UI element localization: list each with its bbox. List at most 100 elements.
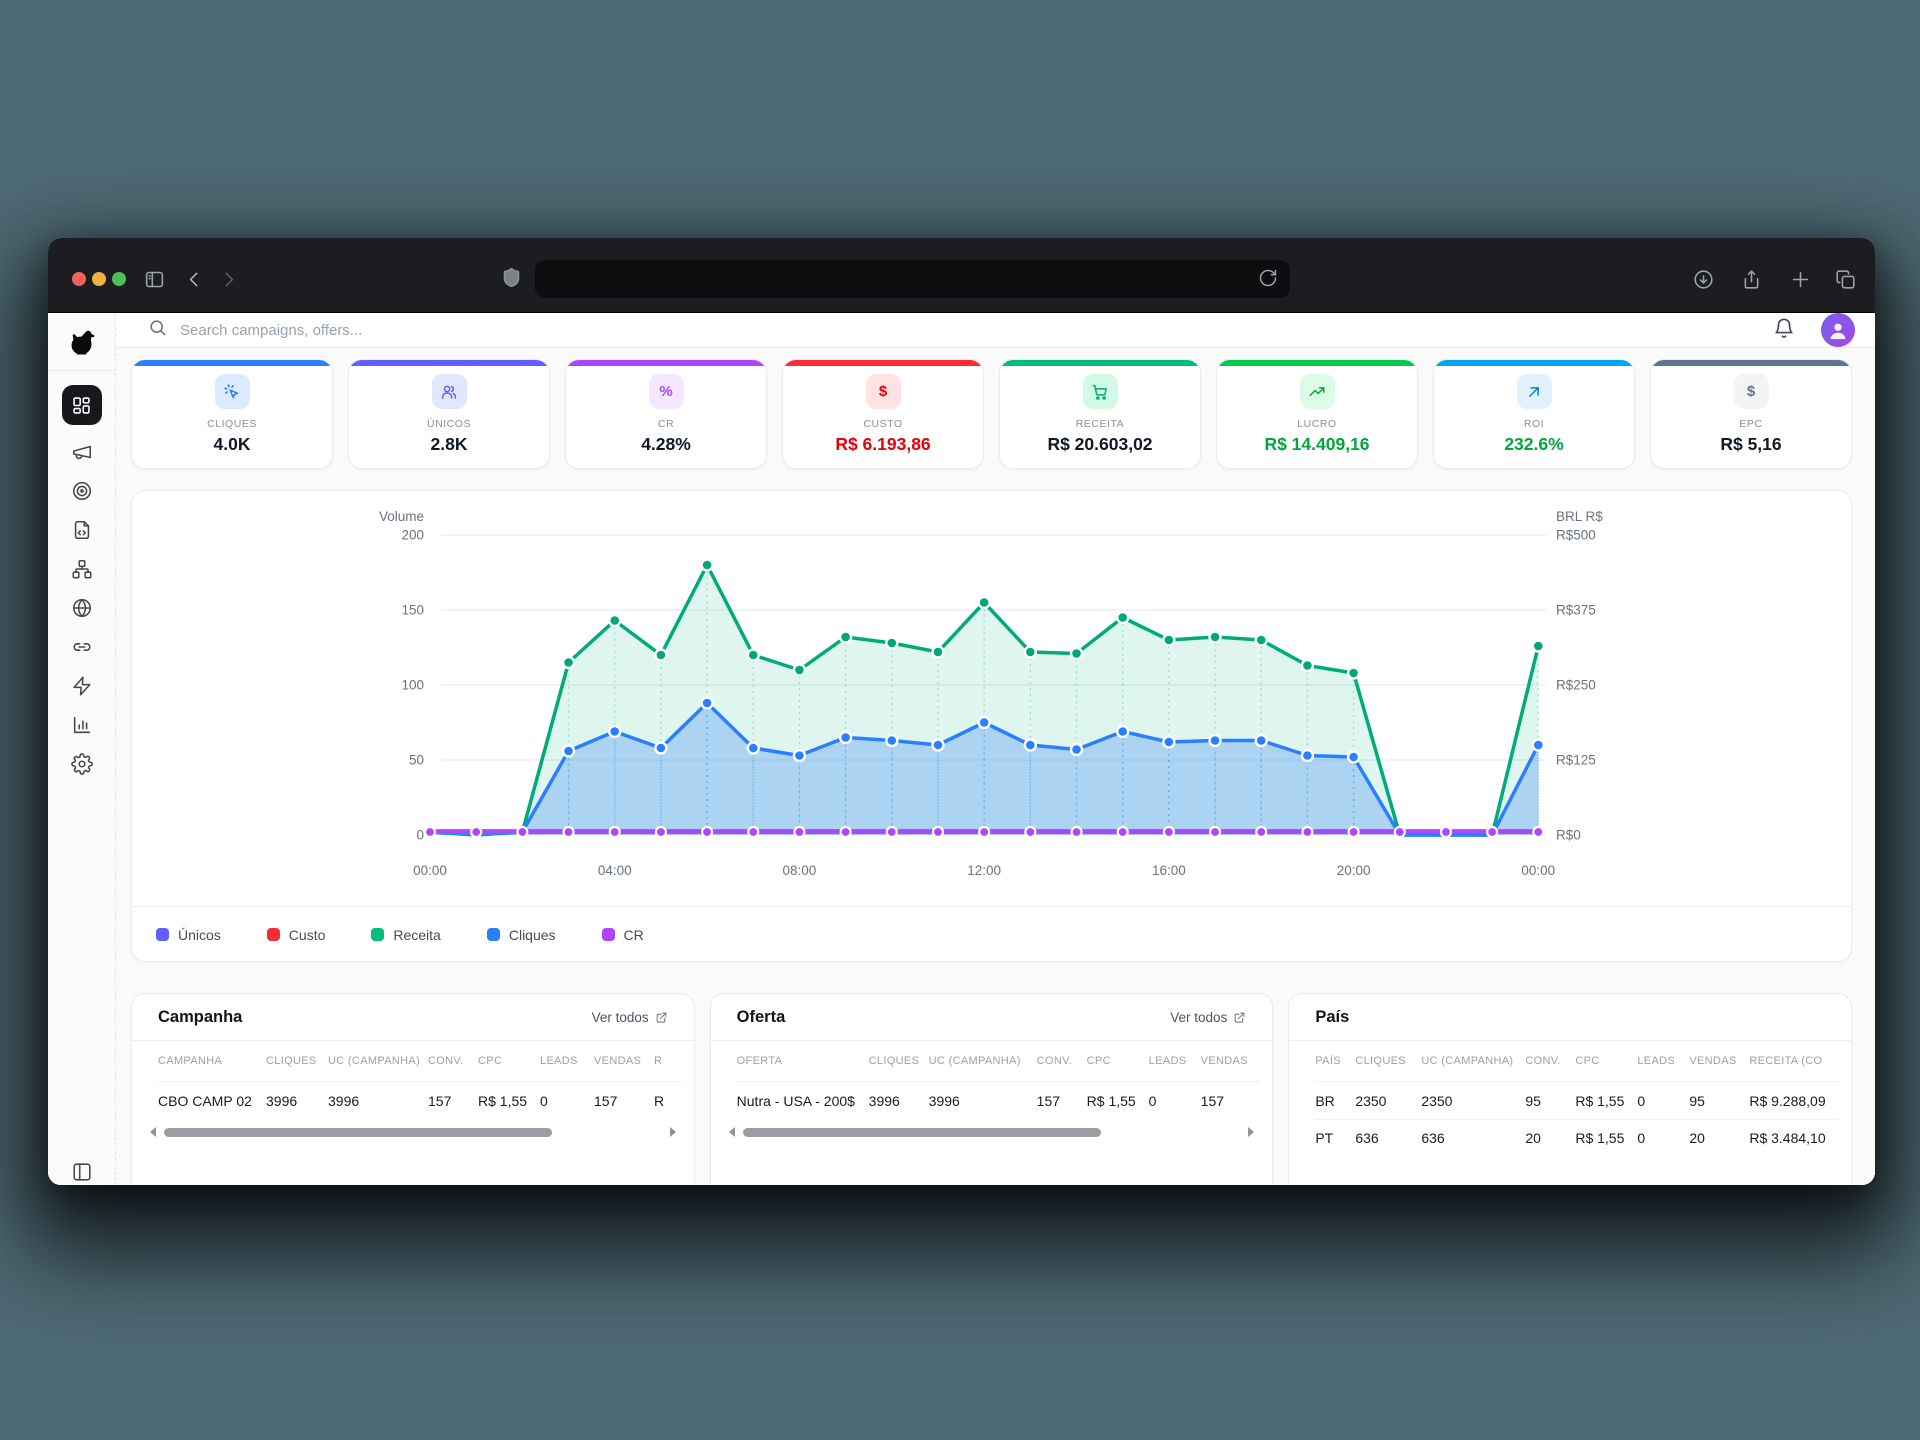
- stat-card-lucro: LUCROR$ 14.409,16: [1216, 359, 1418, 469]
- scroll-left-arrow-icon[interactable]: [729, 1127, 735, 1137]
- traffic-chart-card: 200R$500150R$375100R$25050R$1250R$0Volum…: [131, 490, 1852, 962]
- panel-left-icon: [71, 1161, 93, 1183]
- reload-icon[interactable]: [1258, 268, 1280, 290]
- column-header: VENDAS: [1201, 1055, 1261, 1067]
- sidebar-item-offers[interactable]: [70, 479, 94, 503]
- stat-card-cliques: CLIQUES 4.0K: [131, 359, 333, 469]
- table-row[interactable]: Nutra - USA - 200$39963996157R$ 1,550157: [737, 1082, 1261, 1119]
- new-tab-icon[interactable]: [1790, 269, 1811, 290]
- share-icon[interactable]: [1741, 269, 1762, 290]
- app-logo[interactable]: [48, 313, 115, 371]
- scroll-right-arrow-icon[interactable]: [670, 1127, 676, 1137]
- column-header: UC (CAMPANHA): [328, 1055, 428, 1067]
- sidebar-item-campaigns[interactable]: [70, 440, 94, 464]
- svg-text:R$375: R$375: [1556, 603, 1596, 618]
- horizontal-scrollbar[interactable]: [132, 1124, 694, 1140]
- zoom-window-button[interactable]: [112, 272, 126, 286]
- table-header-row: OFERTACLIQUESUC (CAMPANHA)CONV.CPCLEADSV…: [737, 1041, 1261, 1082]
- stat-label: EPC: [1739, 418, 1762, 430]
- scrollbar-thumb[interactable]: [164, 1128, 552, 1137]
- ver-todos-link[interactable]: Ver todos: [592, 1010, 668, 1025]
- stat-value: R$ 20.603,02: [1047, 434, 1152, 455]
- sidebar-item-funnels[interactable]: [70, 557, 94, 581]
- column-header: CPC: [1087, 1055, 1149, 1067]
- table-cell: 0: [1637, 1093, 1689, 1109]
- gear-icon: [71, 753, 93, 775]
- sidebar-item-dashboard[interactable]: [62, 385, 102, 425]
- column-header: R: [654, 1055, 682, 1067]
- table-cell: 20: [1689, 1130, 1749, 1146]
- url-bar[interactable]: [535, 260, 1290, 298]
- privacy-shield-icon[interactable]: [501, 267, 522, 288]
- table-cell: BR: [1315, 1093, 1355, 1109]
- notifications-bell-icon[interactable]: [1773, 317, 1795, 344]
- stat-value: 4.0K: [214, 434, 251, 455]
- stat-card-cr: %CR4.28%: [565, 359, 767, 469]
- scroll-right-arrow-icon[interactable]: [1248, 1127, 1254, 1137]
- table-cell: 0: [1637, 1130, 1689, 1146]
- svg-text:100: 100: [401, 678, 424, 693]
- legend-color-chip: [602, 928, 615, 941]
- user-avatar[interactable]: [1821, 313, 1855, 347]
- stat-accent-bar: [566, 360, 766, 366]
- main-area: CLIQUES4.0KÚNICOS2.8K%CR4.28%$CUSTOR$ 6.…: [116, 313, 1875, 1185]
- table-cell: 3996: [929, 1093, 1037, 1109]
- pais-table-card: PaísPAÍSCLIQUESUC (CAMPANHA)CONV.CPCLEAD…: [1288, 993, 1852, 1185]
- svg-text:Volume: Volume: [379, 509, 424, 524]
- sidebar-item-landing-pages[interactable]: [70, 518, 94, 542]
- sidebar-item-reports[interactable]: [70, 713, 94, 737]
- stat--icon: $: [866, 374, 901, 409]
- scrollbar-track[interactable]: [743, 1128, 1241, 1137]
- column-header: CLIQUES: [1355, 1055, 1421, 1067]
- sidebar-collapse-toggle[interactable]: [70, 1161, 94, 1185]
- scrollbar-thumb[interactable]: [743, 1128, 1101, 1137]
- tab-overview-icon[interactable]: [1835, 269, 1856, 290]
- legend-item--nicos[interactable]: Únicos: [156, 927, 221, 943]
- sidebar-item-automations[interactable]: [70, 674, 94, 698]
- stat-label: CLIQUES: [207, 418, 257, 430]
- scroll-left-arrow-icon[interactable]: [150, 1127, 156, 1137]
- minimize-window-button[interactable]: [92, 272, 106, 286]
- svg-text:50: 50: [409, 753, 424, 768]
- stat-value: 2.8K: [431, 434, 468, 455]
- legend-item-cr[interactable]: CR: [602, 927, 644, 943]
- dog-logo-icon: [67, 327, 97, 357]
- stat-label: ROI: [1524, 418, 1544, 430]
- search-input[interactable]: [180, 322, 820, 339]
- table-cell: 20: [1525, 1130, 1575, 1146]
- ver-todos-label: Ver todos: [1170, 1010, 1227, 1025]
- file-code-icon: [71, 519, 93, 541]
- legend-color-chip: [371, 928, 384, 941]
- megaphone-icon: [71, 441, 93, 463]
- legend-item-receita[interactable]: Receita: [371, 927, 440, 943]
- stat-label: CR: [658, 418, 674, 430]
- table-row[interactable]: CBO CAMP 0239963996157R$ 1,550157R: [158, 1082, 682, 1119]
- column-header: PAÍS: [1315, 1055, 1355, 1067]
- column-header: LEADS: [1149, 1055, 1201, 1067]
- table-cell: Nutra - USA - 200$: [737, 1093, 869, 1109]
- forward-icon[interactable]: [218, 269, 239, 290]
- close-window-button[interactable]: [72, 272, 86, 286]
- sidebar-item-links[interactable]: [70, 635, 94, 659]
- legend-item-custo[interactable]: Custo: [267, 927, 326, 943]
- legend-label: Custo: [289, 927, 326, 943]
- stat-card--nicos: ÚNICOS2.8K: [348, 359, 550, 469]
- stat-accent-bar: [1651, 360, 1851, 366]
- ver-todos-link[interactable]: Ver todos: [1170, 1010, 1246, 1025]
- downloads-icon[interactable]: [1693, 269, 1714, 290]
- stat-accent-bar: [349, 360, 549, 366]
- toolbar-sidebar-toggle-icon[interactable]: [144, 269, 165, 290]
- sidebar-item-settings[interactable]: [70, 752, 94, 776]
- horizontal-scrollbar[interactable]: [711, 1124, 1273, 1140]
- table-cell: 3996: [266, 1093, 328, 1109]
- sidebar-item-domains[interactable]: [70, 596, 94, 620]
- table-row[interactable]: BR2350235095R$ 1,55095R$ 9.288,09: [1315, 1082, 1839, 1119]
- scrollbar-track[interactable]: [164, 1128, 662, 1137]
- table-cell: 636: [1421, 1130, 1525, 1146]
- table-row[interactable]: PT63663620R$ 1,55020R$ 3.484,10: [1315, 1119, 1839, 1156]
- legend-item-cliques[interactable]: Cliques: [487, 927, 556, 943]
- table-cell: R$ 1,55: [1575, 1093, 1637, 1109]
- column-header: VENDAS: [594, 1055, 654, 1067]
- table-cell: 2350: [1355, 1093, 1421, 1109]
- back-icon[interactable]: [184, 269, 205, 290]
